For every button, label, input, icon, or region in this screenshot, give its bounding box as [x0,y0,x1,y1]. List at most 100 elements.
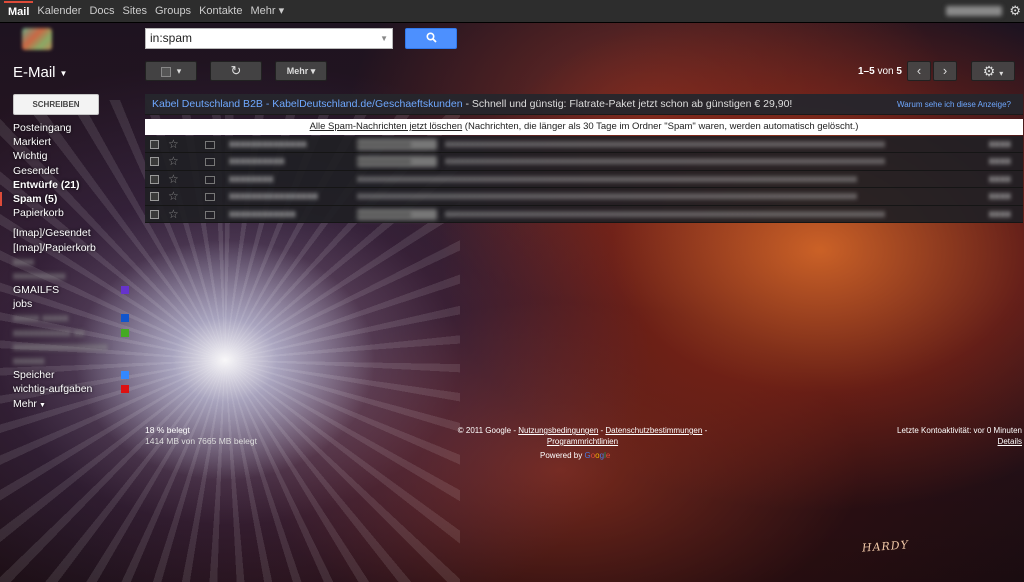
settings-button[interactable]: ⚙ ▾ [971,61,1015,81]
sidebar-item-gmailfs[interactable]: GMAILFS [13,283,133,297]
more-label: Mehr [286,66,309,76]
row-sender-blurred: xxxxxxxx [229,173,274,184]
row-date-blurred: xxxx [988,173,1011,185]
storage-usage: 18 % belegt 1414 MB von 7665 MB belegt [145,425,257,447]
more-button[interactable]: Mehr ▾ [275,61,327,81]
mail-app-menu[interactable]: E-Mail ▼ [13,64,67,81]
row-sender-blurred: xxxxxxxxxxxx [229,208,296,219]
nav-kontakte[interactable]: Kontakte [195,0,246,23]
table-row[interactable]: ☆ xxxxxxxxxxxxxxxx xxxxxxxxxxxxxxxxxxxxx… [145,188,1023,206]
row-checkbox[interactable] [150,174,159,184]
nav-sites[interactable]: Sites [119,0,151,23]
select-checkbox-button[interactable]: ▾ [145,61,197,81]
pager-text: 1–5 von 5 [858,66,902,77]
search-options-icon[interactable]: ▼ [380,29,388,48]
copyright-text: © 2011 Google - [457,426,519,435]
artist-signature: HARDY [861,538,910,555]
spam-notice-text: (Nachrichten, die länger als 30 Tage im … [462,121,859,132]
account-activity: Letzte Kontoaktivität: vor 0 Minuten Det… [897,425,1022,447]
row-subject-blurred: xxxxxxxxxxxxxxxxxxxxxxxxxxxxxxxxxxxxxxxx… [445,139,885,150]
ad-link[interactable]: Kabel Deutschland B2B - KabelDeutschland… [152,98,463,110]
table-row[interactable]: ☆ xxxxxxxxxxxxxx xxxxxxxxxxxx xxxxxxxxxx… [145,136,1023,154]
importance-marker-icon[interactable] [205,210,215,219]
storage-percent: 18 % belegt [145,425,190,435]
powered-by: Powered by Google [540,451,610,460]
sidebar-item-blurred[interactable]: xxxxxx [13,354,133,368]
privacy-link[interactable]: Datenschutzbestimmungen [605,426,702,435]
search-button[interactable] [405,28,457,49]
row-subject-blurred: xxxxxxxxxxxxxxxxxxxxxxxxxxxxxxxxxxxxxxxx… [357,173,857,185]
importance-marker-icon[interactable] [205,193,215,202]
gear-icon[interactable]: ⚙ [1009,3,1021,19]
importance-marker-icon[interactable] [205,158,215,167]
nav-kalender[interactable]: Kalender [33,0,85,23]
sidebar-item-spam[interactable]: Spam (5) [0,191,133,207]
label-color-swatch [121,286,129,295]
sidebar-item-trash[interactable]: Papierkorb [13,206,133,220]
sidebar-item-blurred[interactable]: xxxxxxxxxxxxxxxxxx [13,340,133,354]
delete-all-spam-link[interactable]: Alle Spam-Nachrichten jetzt löschen [310,121,463,132]
pager-range: 1–5 [858,66,875,77]
importance-marker-icon[interactable] [205,175,215,184]
label-color-swatch [121,385,129,394]
terms-link[interactable]: Nutzungsbedingungen [518,426,598,435]
nav-docs[interactable]: Docs [85,0,118,23]
chevron-down-icon: ▼ [59,68,68,78]
ad-why-link[interactable]: Warum sehe ich diese Anzeige? [897,94,1011,114]
row-checkbox[interactable] [150,140,159,149]
sidebar-item-jobs[interactable]: jobs [13,297,133,311]
sidebar-item-inbox[interactable]: Posteingang [13,121,133,135]
gear-icon: ⚙ [982,63,996,79]
sidebar-item-important[interactable]: Wichtig [13,149,133,163]
row-checkbox[interactable] [150,192,159,202]
table-row[interactable]: ☆ xxxxxxxxxx xxxxxxxxxxxx xxxxxxxxxxxxxx… [145,153,1023,171]
importance-marker-icon[interactable] [205,141,215,149]
nav-mail[interactable]: Mail [4,1,34,22]
chevron-down-icon: ▾ [176,66,182,76]
row-label-blurred: xxxxxxxxxxxx [357,208,437,220]
chevron-left-icon: ‹ [916,63,922,78]
chevron-down-icon: ▼ [38,401,46,409]
table-row[interactable]: ☆ xxxxxxxx xxxxxxxxxxxxxxxxxxxxxxxxxxxxx… [145,171,1023,189]
program-policies-link[interactable]: Programmrichtlinien [547,437,618,446]
sidebar-item-imap-trash[interactable]: [Imap]/Papierkorb [13,241,133,255]
sidebar-item-sent[interactable]: Gesendet [13,164,133,178]
ad-text: - Schnell und günstig: Flatrate-Paket je… [462,98,793,110]
sidebar-item-blurred-b[interactable]: xxxxxxxxxxx xx [13,326,133,340]
search-input[interactable]: in:spam ▼ [145,28,393,49]
label-color-swatch [121,314,129,323]
star-icon[interactable]: ☆ [168,137,179,152]
star-icon[interactable]: ☆ [168,207,179,222]
row-date-blurred: xxxx [988,191,1011,203]
compose-button[interactable]: SCHREIBEN [13,94,99,115]
sidebar-item-speicher[interactable]: Speicher [13,368,133,382]
account-email-blurred[interactable] [946,6,1002,16]
chevron-right-icon: › [942,63,948,78]
row-checkbox[interactable] [150,209,159,219]
nav-more[interactable]: Mehr ▾ [246,0,288,23]
refresh-button[interactable]: ↻ [210,61,262,81]
sidebar-item-imap-sent[interactable]: [Imap]/Gesendet [13,226,133,240]
previous-page-button[interactable]: ‹ [907,61,931,81]
star-icon[interactable]: ☆ [168,189,179,204]
sidebar-item-starred[interactable]: Markiert [13,135,133,149]
sidebar-item-wichtig-aufgaben[interactable]: wichtig-aufgaben [13,382,133,396]
google-logo: Google [584,451,611,460]
row-sender-blurred: xxxxxxxxxxxxxxxx [229,191,318,202]
row-checkbox[interactable] [150,157,159,167]
next-page-button[interactable]: › [933,61,957,81]
star-icon[interactable]: ☆ [168,172,179,187]
sidebar-item-label: Mehr [13,397,37,410]
spam-notice: Alle Spam-Nachrichten jetzt löschen (Nac… [145,119,1023,135]
sidebar-item-blurred-a[interactable]: xxxxx xxxxx [13,311,133,325]
star-icon[interactable]: ☆ [168,154,179,169]
table-row[interactable]: ☆ xxxxxxxxxxxx xxxxxxxxxxxx xxxxxxxxxxxx… [145,206,1023,223]
sidebar-item-blurred[interactable]: xxxxxxxxxx [13,269,133,283]
sidebar-item-drafts[interactable]: Entwürfe (21) [13,178,133,192]
footer-links: © 2011 Google - Nutzungsbedingungen - Da… [440,425,725,447]
activity-details-link[interactable]: Details [897,436,1022,447]
profile-logo[interactable] [22,28,52,50]
sidebar-item-more[interactable]: Mehr ▼ [13,397,133,411]
nav-groups[interactable]: Groups [151,0,195,23]
sidebar-item-blurred[interactable]: xxxx [13,255,133,269]
